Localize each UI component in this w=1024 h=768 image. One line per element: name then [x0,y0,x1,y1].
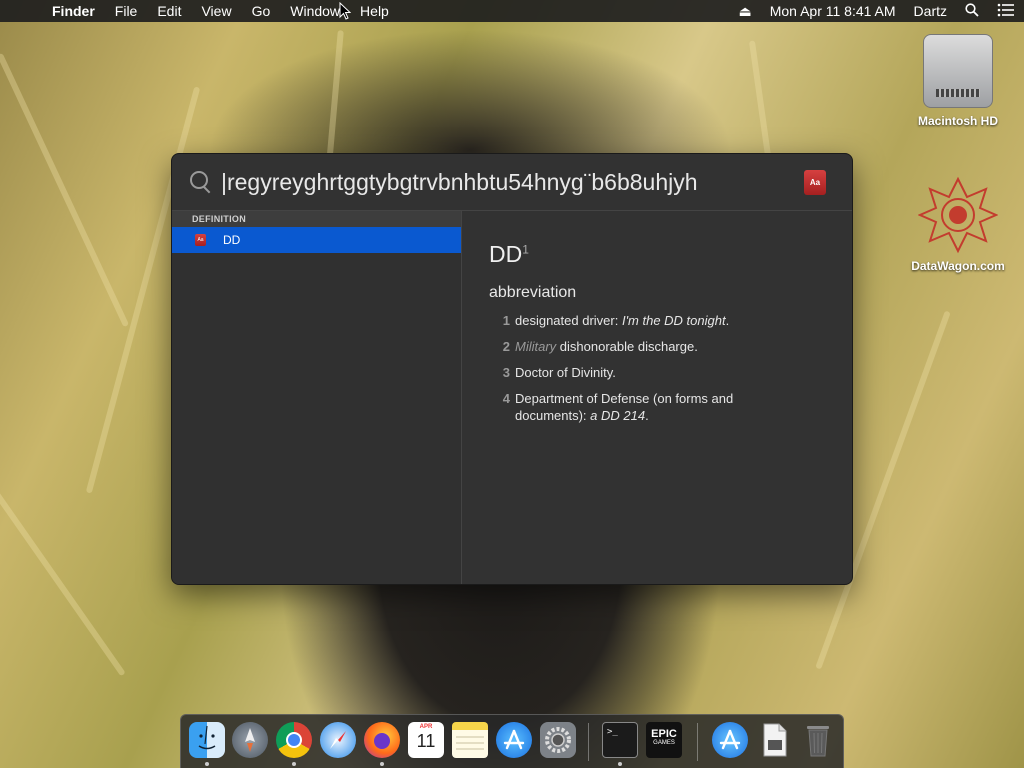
results-list: DEFINITION Aa DD [172,211,462,584]
result-item-dd[interactable]: Aa DD [172,227,461,253]
sense-punct: . [725,313,730,328]
sense-text: Department of Defense (on forms and docu… [515,390,775,424]
eject-icon[interactable]: ⏏ [729,3,760,20]
headword-superscript: 1 [522,242,529,257]
result-item-label: DD [223,233,241,247]
app-store-icon[interactable] [496,722,532,758]
trash-icon[interactable] [800,722,836,758]
desktop-icon-macintosh-hd[interactable]: Macintosh HD [903,34,1013,128]
sense-main-text: dishonorable discharge. [556,339,698,354]
dock-separator [588,723,589,761]
sense-number: 2 [502,339,510,354]
terminal-prompt: >_ [607,727,618,737]
firefox-icon[interactable] [364,722,400,758]
epic-games-logo-bottom: GAMES [653,740,675,746]
hard-drive-icon [923,34,993,108]
spotlight-icon[interactable] [956,2,988,20]
sense-main-text: Doctor of Divinity. [515,365,616,380]
dock: APR 11 >_ EPIC GAMES [180,714,844,768]
launchpad-icon[interactable] [232,722,268,758]
notification-center-icon[interactable] [988,3,1024,20]
terminal-icon[interactable]: >_ [602,722,638,758]
results-section-header: DEFINITION [172,211,461,227]
dictionary-app-icon: Aa [804,170,826,195]
dictionary-icon: Aa [195,234,206,246]
sense-number: 4 [502,391,510,406]
dock-separator [697,723,698,761]
running-indicator [205,762,209,766]
sense-text: designated driver: I'm the DD tonight. [515,312,775,329]
sense-text: Doctor of Divinity. [515,364,775,381]
menu-go[interactable]: Go [242,3,281,19]
calendar-day: 11 [416,731,436,751]
menu-extras: ⏏ Mon Apr 11 8:41 AM Dartz [729,0,1024,22]
sense-number: 1 [502,313,510,328]
running-indicator [380,762,384,766]
sense-4: 4 Department of Defense (on forms and do… [489,390,852,424]
clock[interactable]: Mon Apr 11 8:41 AM [761,3,905,19]
part-of-speech: abbreviation [489,284,577,301]
applications-folder-icon[interactable] [712,722,748,758]
sense-domain-label: Military [515,339,557,354]
headword-text: DD [489,241,523,267]
calendar-month: APR [419,724,433,730]
sense-example: a DD 214 [590,408,646,423]
definition-preview: DD1 abbreviation 1 designated driver: I'… [462,211,852,584]
sense-number: 3 [502,365,510,380]
notes-icon[interactable] [452,722,488,758]
sense-1: 1 designated driver: I'm the DD tonight. [489,312,852,329]
menu-edit[interactable]: Edit [147,3,191,19]
sense-3: 3 Doctor of Divinity. [489,364,852,381]
finder-icon[interactable] [189,722,225,758]
search-icon [189,170,213,194]
running-indicator [618,762,622,766]
safari-icon[interactable] [320,722,356,758]
menu-help[interactable]: Help [350,3,399,19]
user-menu[interactable]: Dartz [905,3,956,19]
definition-headword: DD1 [489,241,852,268]
definition-senses: 1 designated driver: I'm the DD tonight.… [489,312,852,424]
system-preferences-icon[interactable] [540,722,576,758]
document-stack-icon[interactable] [756,722,792,758]
epic-games-icon[interactable]: EPIC GAMES [646,722,682,758]
menu-view[interactable]: View [191,3,241,19]
datawagon-logo-icon [917,175,999,255]
menu-file[interactable]: File [105,3,148,19]
sense-text: Military dishonorable discharge. [515,338,775,355]
desktop-icon-datawagon[interactable]: DataWagon.com [903,175,1013,273]
spotlight-search-input[interactable]: |regyreyghrtggtybgtrvbnhbtu54hnyg¨b6b8uh… [221,162,791,202]
epic-games-logo-top: EPIC [651,728,677,740]
spotlight-search-row: |regyreyghrtggtybgtrvbnhbtu54hnyg¨b6b8uh… [172,154,852,211]
calendar-icon[interactable]: APR 11 [408,722,444,758]
sense-main-text: designated driver: [515,313,622,328]
desktop-icon-label: DataWagon.com [911,259,1005,273]
menu-finder[interactable]: Finder [44,3,105,19]
sense-example: I'm the DD tonight [621,313,726,328]
running-indicator [292,762,296,766]
spotlight-window: |regyreyghrtggtybgtrvbnhbtu54hnyg¨b6b8uh… [171,153,853,585]
menu-bar: Finder File Edit View Go Window Help ⏏ M… [0,0,1024,22]
sense-punct: . [645,408,649,423]
desktop-icon-label: Macintosh HD [917,114,998,128]
chrome-icon[interactable] [276,722,312,758]
mouse-cursor-icon [339,2,351,20]
sense-2: 2 Military dishonorable discharge. [489,338,852,355]
